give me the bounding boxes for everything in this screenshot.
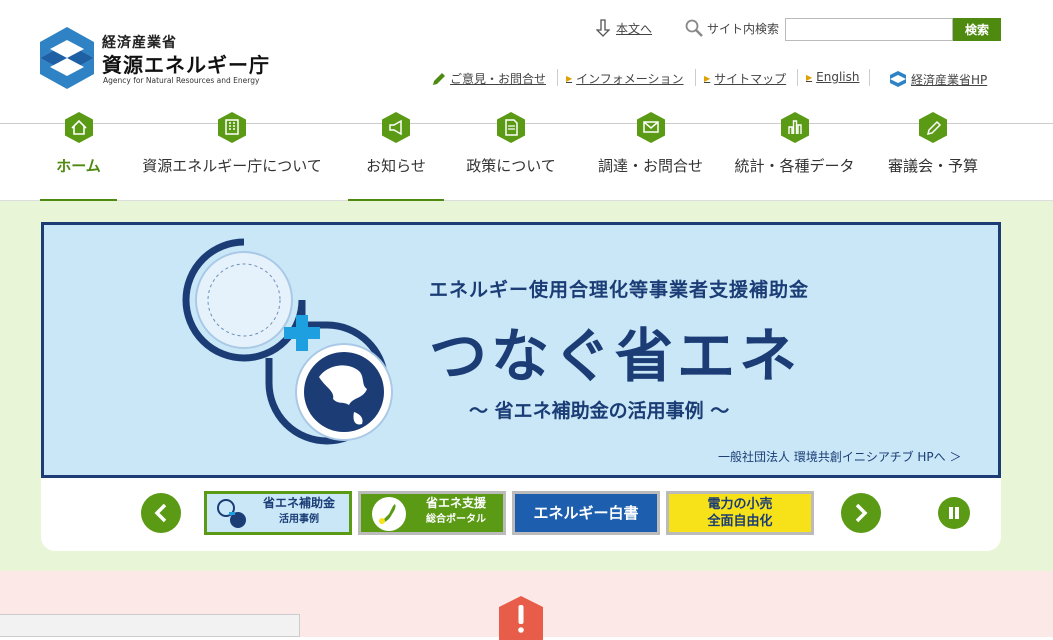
nav-item-label: 審議会・予算 [887,157,978,175]
util-link-english-label: English [816,70,860,84]
building-icon [218,112,246,143]
carousel-pause-button[interactable] [938,497,970,529]
util-divider [695,69,696,86]
banner-tagline: 〜 省エネ補助金の活用事例 〜 [469,400,730,422]
thumb-line2: 全面自由化 [707,514,773,529]
chevron-left-icon [154,503,167,523]
carousel-next-button[interactable] [841,493,881,533]
triangle-icon: ▶ [704,74,711,83]
skip-to-content-link[interactable]: 本文へ [596,19,652,37]
util-link-feedback[interactable]: ご意見・お問合せ [432,70,546,87]
alert-panel [0,614,300,637]
exclamation-icon [499,596,543,640]
thumb-line2: 総合ポータル [426,514,486,525]
util-link-feedback-label: ご意見・お問合せ [450,72,547,86]
thumb-line1: 電力の小売 [707,497,773,512]
global-nav: ホーム 資源エネルギー庁について お知らせ 政策について 調達・お問合せ 統計・… [0,112,1053,202]
pencil-icon [433,72,445,85]
agency-name-en: Agency for Natural Resources and Energy [103,76,260,85]
japan-map-icon [372,497,406,531]
megaphone-icon [382,112,410,143]
chevron-right-icon [855,503,868,523]
banner-link[interactable]: 一般社団法人 環境共創イニシアチブ HPへ ＞ [718,448,961,465]
thumb-line1: エネルギー白書 [533,504,639,522]
nav-item-label: ホーム [56,157,101,175]
nav-item-procurement[interactable]: 調達・お問合せ [593,112,708,201]
nav-item-label: 政策について [466,157,556,175]
util-link-sitemap-label: サイトマップ [714,72,787,86]
util-divider [869,69,870,86]
thumb-line2: 活用事例 [279,514,319,525]
nav-item-about[interactable]: 資源エネルギー庁について [135,112,329,201]
mail-icon [636,112,665,143]
search-label-text: サイト内検索 [707,21,780,36]
util-divider [797,69,798,86]
util-link-meti[interactable]: 経済産業省HP [889,70,987,88]
site-search-label: サイト内検索 [685,19,779,37]
site-header: 経済産業省 資源エネルギー庁 Agency for Natural Resour… [0,0,1053,124]
globe-mini-icon [217,499,246,528]
util-link-english[interactable]: ▶ English [806,70,860,84]
search-button[interactable]: 検索 [953,18,1001,41]
nav-item-statistics[interactable]: 統計・各種データ [728,112,861,201]
search-input[interactable] [785,18,953,41]
util-link-sitemap[interactable]: ▶ サイトマップ [704,70,786,87]
globe-graphic-icon [182,238,393,445]
util-link-information-label: インフォメーション [576,72,684,86]
bar-chart-icon [780,112,809,143]
triangle-icon: ▶ [806,72,813,82]
nav-item-label: 資源エネルギー庁について [142,157,322,175]
carousel-banner[interactable]: エネルギー使用合理化等事業者支援補助金 つなぐ省エネ 〜 省エネ補助金の活用事例… [41,222,1001,478]
nav-item-label: 調達・お問合せ [597,157,703,175]
nav-item-policy[interactable]: 政策について [459,112,563,201]
nav-item-label: お知らせ [366,157,426,175]
carousel-prev-button[interactable] [141,493,181,533]
agency-name: 資源エネルギー庁 [102,53,270,77]
nav-item-home[interactable]: ホーム [40,112,117,202]
util-link-meti-label: 経済産業省HP [911,72,988,87]
nav-item-council[interactable]: 審議会・予算 [880,112,986,201]
carousel-thumb-whitepaper[interactable]: エネルギー白書 [512,491,660,535]
util-link-information[interactable]: ▶ インフォメーション [566,70,684,87]
carousel-thumb-portal[interactable]: 省エネ支援 総合ポータル [358,491,506,535]
skip-label: 本文へ [616,21,653,36]
carousel-thumb-electricity[interactable]: 電力の小売 全面自由化 [666,491,814,535]
nav-item-news[interactable]: お知らせ [348,112,444,202]
down-arrow-icon [596,19,610,37]
meti-logo-icon [890,71,906,87]
banner-subtitle: エネルギー使用合理化等事業者支援補助金 [429,279,810,301]
agency-logo-icon [40,27,94,89]
home-icon [64,112,93,143]
thumb-line1: 省エネ補助金 [262,496,335,510]
triangle-icon: ▶ [566,74,573,83]
util-divider [557,69,558,86]
thumb-line1: 省エネ支援 [425,496,486,510]
pencil-icon [919,112,947,143]
nav-item-label: 統計・各種データ [734,157,855,175]
carousel-thumb-subsidy[interactable]: 省エネ補助金 活用事例 [204,491,352,535]
banner-title: つなぐ省エネ [429,322,802,390]
search-icon [685,19,703,37]
document-icon [497,112,525,143]
agency-logo[interactable]: 経済産業省 資源エネルギー庁 Agency for Natural Resour… [40,27,290,89]
